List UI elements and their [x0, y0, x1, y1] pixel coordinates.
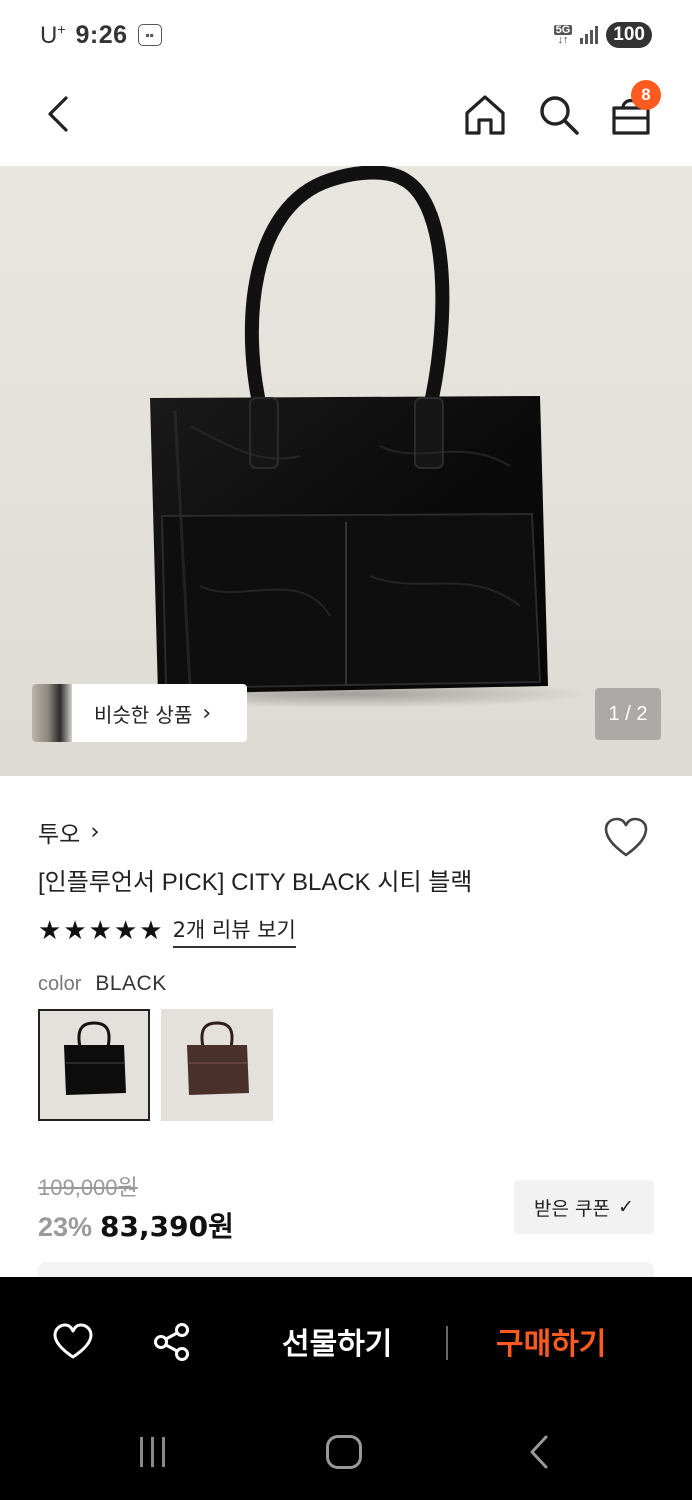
price-row: 23% 83,390원	[38, 1205, 234, 1245]
signal-icon	[580, 26, 599, 44]
back-nav-icon[interactable]	[524, 1433, 554, 1471]
star-icon: ★	[63, 916, 87, 946]
sale-price: 83,390원	[100, 1210, 234, 1243]
status-left: U+ 9:26 ▪▪	[40, 21, 162, 50]
carrier-label: U+	[40, 20, 66, 49]
chevron-right-icon: ›	[202, 700, 212, 726]
image-counter: 1 / 2	[595, 688, 661, 740]
received-coupon-button[interactable]: 받은 쿠폰 ✓	[514, 1180, 654, 1234]
color-swatch-black[interactable]	[38, 1009, 150, 1121]
star-icon: ★	[88, 916, 112, 946]
heart-icon[interactable]	[602, 815, 650, 861]
home-nav-icon[interactable]	[326, 1435, 362, 1469]
share-icon[interactable]	[152, 1322, 192, 1362]
back-icon[interactable]	[40, 92, 80, 136]
buy-button[interactable]: 구매하기	[496, 1319, 606, 1363]
brand-link[interactable]: 투오 ›	[38, 815, 100, 849]
star-icon: ★	[38, 916, 62, 946]
chevron-right-icon: ›	[90, 819, 100, 845]
rating-row: ★ ★ ★ ★ ★ 2개 리뷰 보기	[38, 914, 296, 948]
coupon-label: 받은 쿠폰	[534, 1197, 611, 1220]
product-image-gallery[interactable]: 비슷한 상품 › 1 / 2	[0, 166, 692, 776]
star-icon: ★	[139, 916, 163, 946]
color-row: color BLACK	[38, 972, 167, 996]
recent-apps-icon[interactable]	[136, 1437, 168, 1467]
discount-rate: 23%	[38, 1212, 93, 1242]
check-icon: ✓	[618, 1196, 634, 1218]
brown-bag-thumbnail	[187, 1021, 249, 1095]
original-price: 109,000원	[38, 1175, 138, 1200]
color-swatch-brown[interactable]	[161, 1009, 273, 1121]
network-5g-icon: 5G ↓↑	[553, 24, 573, 46]
color-label: color	[38, 973, 82, 995]
black-bag-thumbnail	[64, 1021, 126, 1095]
gift-button[interactable]: 선물하기	[282, 1319, 392, 1363]
search-icon[interactable]	[536, 92, 582, 138]
divider	[446, 1326, 448, 1360]
status-time: 9:26	[75, 20, 128, 49]
bottom-action-bar: 선물하기 구매하기	[0, 1277, 692, 1500]
app-header	[0, 70, 692, 165]
color-value: BLACK	[95, 972, 167, 995]
star-icon: ★	[113, 916, 138, 946]
home-icon[interactable]	[462, 92, 508, 138]
status-bar: U+ 9:26 ▪▪ 5G ↓↑ 100	[0, 0, 692, 70]
battery-indicator: 100	[606, 22, 652, 48]
status-right: 5G ↓↑ 100	[553, 22, 652, 48]
heart-icon[interactable]	[52, 1322, 94, 1362]
similar-products-button[interactable]: 비슷한 상품 ›	[32, 684, 247, 742]
review-link[interactable]: 2개 리뷰 보기	[172, 914, 296, 948]
brand-name: 투오	[38, 822, 81, 848]
similar-products-label: 비슷한 상품	[94, 702, 193, 727]
rating-stars: ★ ★ ★ ★ ★	[38, 916, 163, 946]
product-title: [인플루언서 PICK] CITY BLACK 시티 블랙	[38, 869, 473, 896]
app-notification-icon: ▪▪	[137, 24, 162, 46]
cart-count-badge: 8	[631, 80, 661, 110]
similar-product-thumbnail	[32, 684, 72, 742]
